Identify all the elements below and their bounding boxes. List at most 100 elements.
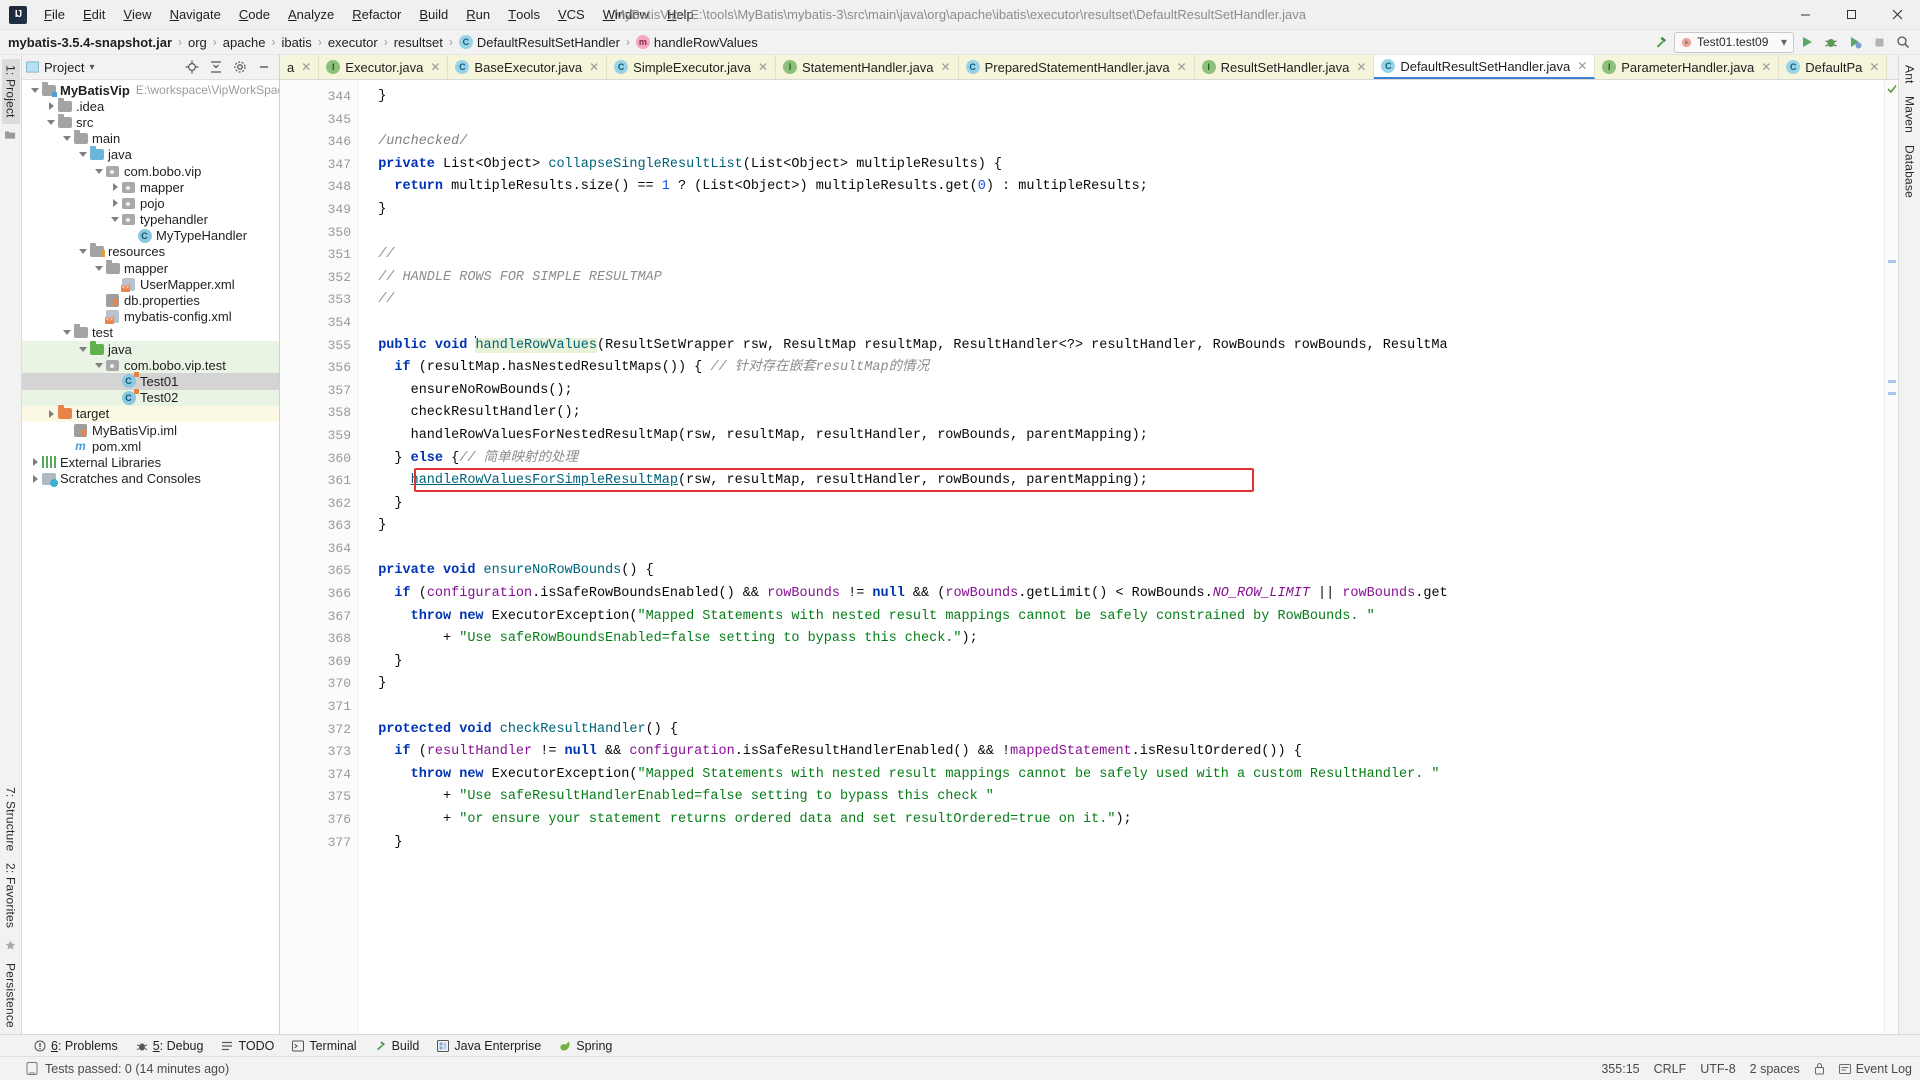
project-tree[interactable]: MyBatisVipE:\workspace\VipWorkSpace\M.id… [22, 80, 279, 1034]
expand-arrow-icon[interactable] [93, 169, 105, 174]
collapse-all-icon[interactable] [205, 57, 227, 78]
menu-code[interactable]: Code [230, 0, 279, 29]
gutter-line-357[interactable]: 357 [280, 380, 357, 403]
menu-navigate[interactable]: Navigate [161, 0, 230, 29]
breadcrumb-item-defaultresultsethandler[interactable]: CDefaultResultSetHandler [457, 35, 622, 50]
gutter-line-367[interactable]: 367 [280, 606, 357, 629]
collapse-arrow-icon[interactable] [109, 183, 121, 191]
line-separator[interactable]: CRLF [1654, 1062, 1687, 1076]
expand-arrow-icon[interactable] [77, 347, 89, 352]
editor-tab-baseexecutor-java[interactable]: CBaseExecutor.java✕ [448, 55, 607, 79]
editor-tab-parameterhandler-java[interactable]: IParameterHandler.java✕ [1595, 55, 1779, 79]
editor-tab-simpleexecutor-java[interactable]: CSimpleExecutor.java✕ [607, 55, 776, 79]
tree-node-java[interactable]: java [22, 341, 279, 357]
tool-window-build[interactable]: Build [367, 1036, 428, 1056]
maximize-button[interactable] [1828, 0, 1874, 29]
tree-node-mytypehandler[interactable]: CMyTypeHandler [22, 228, 279, 244]
gutter-line-351[interactable]: 351 [280, 244, 357, 267]
lock-icon[interactable] [1814, 1062, 1825, 1075]
menu-build[interactable]: Build [410, 0, 457, 29]
gutter-line-354[interactable]: 354 [280, 312, 357, 335]
gutter-line-365[interactable]: 365− [280, 560, 357, 583]
chevron-down-icon[interactable]: ▾ [1781, 35, 1787, 49]
editor-tab-a[interactable]: a✕ [280, 55, 319, 79]
gutter-line-360[interactable]: 360 [280, 448, 357, 471]
editor-gutter[interactable]: 344345346347@−348349350351352353−354355−… [280, 80, 358, 1034]
breadcrumb-item-resultset[interactable]: resultset [392, 35, 445, 50]
breadcrumb-item-org[interactable]: org [186, 35, 209, 50]
tool-window-java-enterprise[interactable]: Java Enterprise [429, 1036, 549, 1056]
close-tab-icon[interactable]: ✕ [589, 60, 599, 74]
menu-help[interactable]: Help [658, 0, 703, 29]
collapse-arrow-icon[interactable] [29, 475, 41, 483]
event-log-button[interactable]: Event Log [1839, 1062, 1912, 1076]
expand-arrow-icon[interactable] [61, 136, 73, 141]
menu-vcs[interactable]: VCS [549, 0, 594, 29]
breadcrumb-item-apache[interactable]: apache [221, 35, 268, 50]
close-tab-icon[interactable]: ✕ [941, 60, 951, 74]
stop-icon[interactable] [1868, 32, 1890, 53]
collapse-arrow-icon[interactable] [45, 410, 57, 418]
tree-node-.idea[interactable]: .idea [22, 98, 279, 114]
expand-arrow-icon[interactable] [109, 217, 121, 222]
gutter-line-352[interactable]: 352 [280, 267, 357, 290]
gutter-line-363[interactable]: 363 [280, 515, 357, 538]
gutter-line-353[interactable]: 353− [280, 289, 357, 312]
search-icon[interactable] [1892, 32, 1914, 53]
gutter-line-364[interactable]: 364 [280, 538, 357, 561]
close-tab-icon[interactable]: ✕ [758, 60, 768, 74]
gutter-line-348[interactable]: 348 [280, 176, 357, 199]
close-tab-icon[interactable]: ✕ [430, 60, 440, 74]
run-configuration-selector[interactable]: Test01.test09 ▾ [1674, 32, 1794, 53]
menu-refactor[interactable]: Refactor [343, 0, 410, 29]
editor-tab-preparedstatementhandler-java[interactable]: CPreparedStatementHandler.java✕ [959, 55, 1195, 79]
error-stripe[interactable] [1884, 80, 1898, 1034]
sidebar-item-project[interactable]: 1: Project [2, 59, 20, 124]
expand-arrow-icon[interactable] [29, 88, 41, 93]
gutter-line-345[interactable]: 345 [280, 109, 357, 132]
tree-node-mapper[interactable]: mapper [22, 260, 279, 276]
menu-file[interactable]: File [35, 0, 74, 29]
sidebar-item-ant[interactable]: Ant [1901, 59, 1919, 90]
close-tab-icon[interactable]: ✕ [1356, 60, 1366, 74]
gutter-line-371[interactable]: 371 [280, 696, 357, 719]
code-content[interactable]: } /unchecked/ private List<Object> colla… [358, 80, 1884, 1034]
expand-arrow-icon[interactable] [93, 266, 105, 271]
tree-node-pojo[interactable]: pojo [22, 195, 279, 211]
collapse-arrow-icon[interactable] [45, 102, 57, 110]
tree-node-test[interactable]: test [22, 325, 279, 341]
project-panel-title-group[interactable]: Project ▾ [26, 60, 95, 75]
gutter-line-347[interactable]: 347@− [280, 154, 357, 177]
tree-node-com.bobo.vip.test[interactable]: com.bobo.vip.test [22, 357, 279, 373]
tree-node-main[interactable]: main [22, 131, 279, 147]
tool-window-terminal[interactable]: Terminal [284, 1036, 364, 1056]
close-tab-icon[interactable]: ✕ [1577, 59, 1587, 73]
tree-node-resources[interactable]: resources [22, 244, 279, 260]
tree-node-scratches-and-consoles[interactable]: Scratches and Consoles [22, 471, 279, 487]
gutter-line-361[interactable]: 361 [280, 470, 357, 493]
gutter-line-349[interactable]: 349 [280, 199, 357, 222]
minimize-button[interactable] [1782, 0, 1828, 29]
editor-tab-statementhandler-java[interactable]: IStatementHandler.java✕ [776, 55, 959, 79]
gutter-line-377[interactable]: 377 [280, 832, 357, 855]
gutter-line-346[interactable]: 346 [280, 131, 357, 154]
sidebar-item-maven[interactable]: Maven [1901, 90, 1919, 139]
expand-arrow-icon[interactable] [61, 330, 73, 335]
tree-node-mybatisvip.iml[interactable]: MyBatisVip.iml [22, 422, 279, 438]
menu-run[interactable]: Run [457, 0, 499, 29]
gutter-line-358[interactable]: 358 [280, 402, 357, 425]
caret-position[interactable]: 355:15 [1601, 1062, 1639, 1076]
tree-node-pom.xml[interactable]: mpom.xml [22, 438, 279, 454]
gutter-line-373[interactable]: 373 [280, 741, 357, 764]
tool-window-6-problems[interactable]: 6: Problems [26, 1036, 126, 1056]
tool-window-todo[interactable]: TODO [213, 1036, 282, 1056]
close-tab-icon[interactable]: ✕ [1869, 60, 1879, 74]
tree-node-mybatis-config.xml[interactable]: mybatis-config.xml [22, 309, 279, 325]
tree-node-com.bobo.vip[interactable]: com.bobo.vip [22, 163, 279, 179]
tree-node-java[interactable]: java [22, 147, 279, 163]
gutter-line-366[interactable]: 366 [280, 583, 357, 606]
sidebar-item-persistence[interactable]: Persistence [2, 957, 20, 1034]
editor-tab-defaultresultsethandler-java[interactable]: CDefaultResultSetHandler.java✕ [1374, 55, 1595, 79]
tree-node-external-libraries[interactable]: External Libraries [22, 454, 279, 470]
gutter-line-359[interactable]: 359 [280, 425, 357, 448]
